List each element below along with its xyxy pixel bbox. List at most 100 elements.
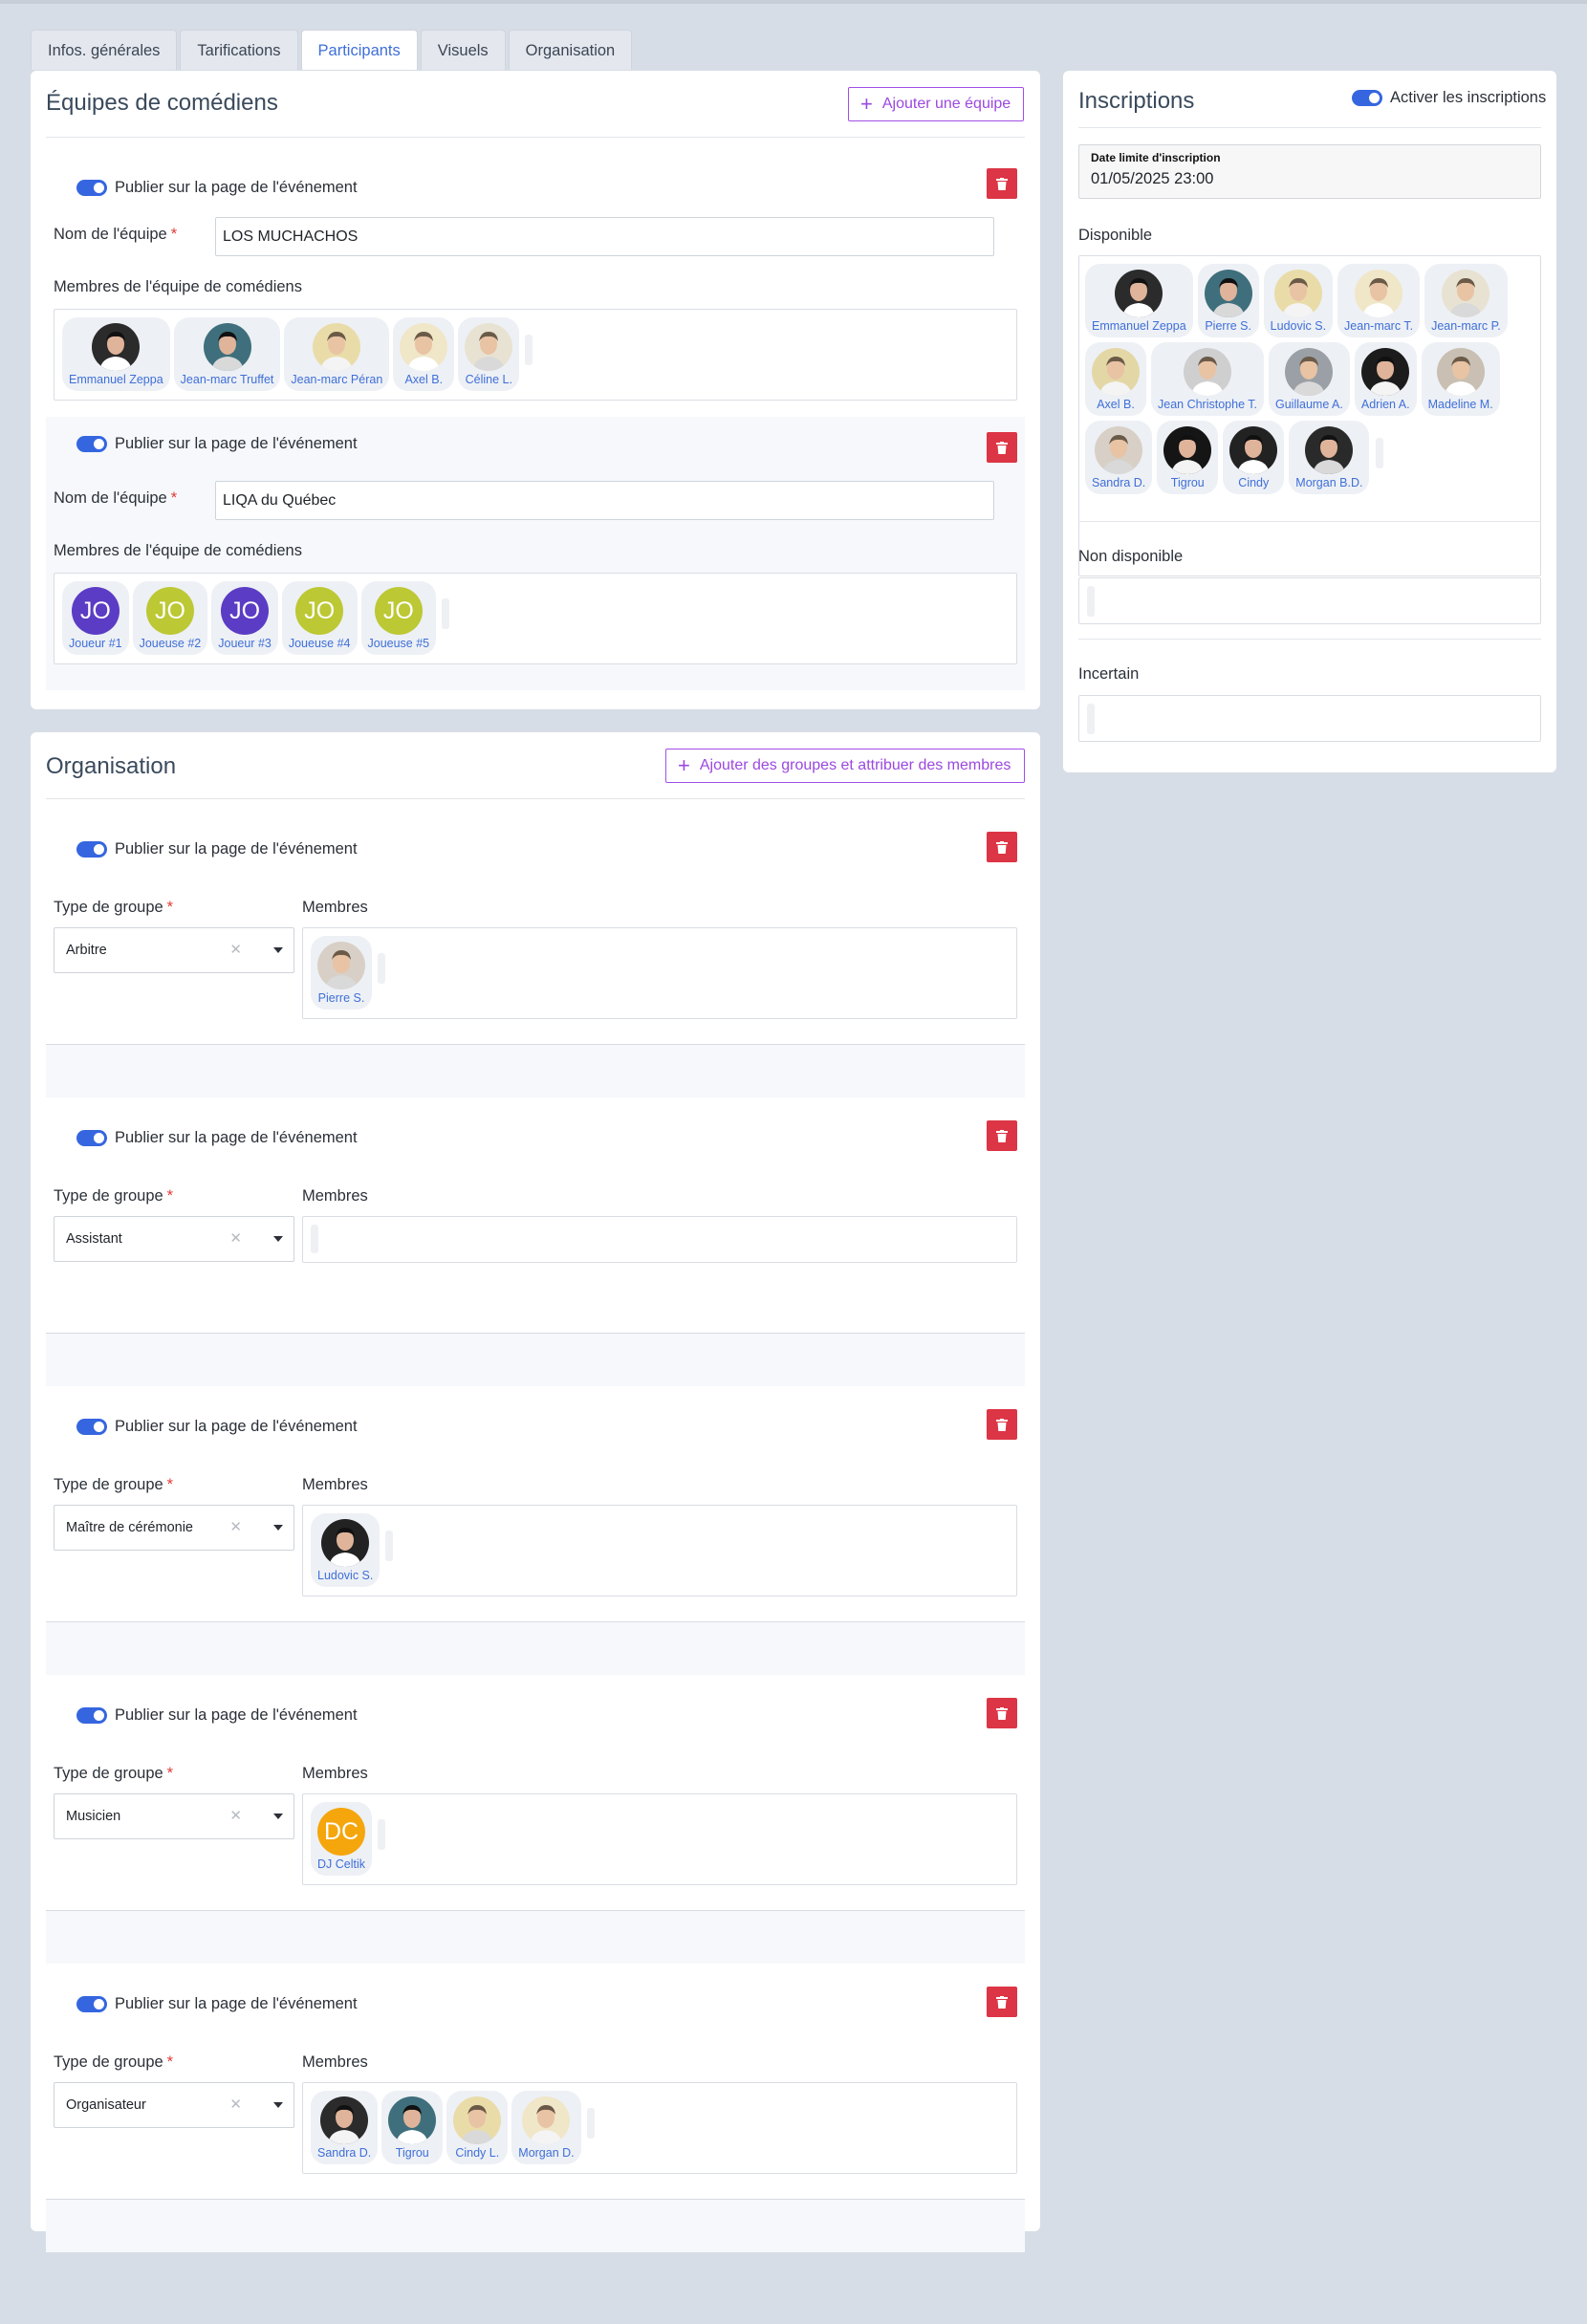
team-name-input[interactable]: LOS MUCHACHOS [215, 217, 994, 256]
clear-icon[interactable]: ✕ [229, 1506, 242, 1550]
group-members-box[interactable]: DC DJ Celtik [302, 1793, 1017, 1885]
delete-group-button[interactable] [987, 832, 1017, 862]
member-chip-guillaume-a[interactable]: Guillaume A. [1269, 342, 1350, 416]
member-chip-jean-marc-peran[interactable]: Jean-marc Péran [284, 317, 390, 391]
avatar [522, 2096, 571, 2144]
member-chip-axel-b[interactable]: Axel B. [393, 317, 455, 391]
clear-icon[interactable]: ✕ [229, 928, 242, 972]
empty-slot [1087, 704, 1095, 734]
group-type-select[interactable]: Assistant ✕ [54, 1216, 294, 1262]
member-chip-ludovic-s[interactable]: Ludovic S. [311, 1513, 380, 1587]
caret-down-icon[interactable] [273, 2102, 283, 2108]
trash-icon [996, 441, 1008, 454]
clear-icon[interactable]: ✕ [229, 1794, 242, 1838]
member-chip-dj-celtik[interactable]: DC DJ Celtik [311, 1802, 373, 1876]
member-chip-axel-b[interactable]: Axel B. [1085, 342, 1146, 416]
delete-group-button[interactable] [987, 1409, 1017, 1440]
add-team-label: Ajouter une équipe [881, 96, 1011, 112]
delete-group-button[interactable] [987, 1987, 1017, 2017]
add-team-button[interactable]: + Ajouter une équipe [848, 87, 1024, 121]
avatar-initials-text: JO [304, 597, 336, 624]
member-name: Sandra D. [317, 2146, 372, 2160]
tab-organisation[interactable]: Organisation [508, 30, 633, 70]
publish-toggle[interactable] [76, 180, 107, 196]
tab-participants[interactable]: Participants [300, 30, 418, 70]
group-members-box[interactable]: Sandra D. Tigrou Cindy L. Morgan D. [302, 2082, 1017, 2174]
delete-group-button[interactable] [987, 1120, 1017, 1151]
member-name: Tigrou [1170, 476, 1205, 489]
member-chip-joueur-3[interactable]: JO Joueur #3 [211, 581, 278, 655]
member-chip-jean-marc-truffet[interactable]: Jean-marc Truffet [173, 317, 281, 391]
member-chip-sandra-d[interactable]: Sandra D. [1085, 421, 1153, 494]
member-chip-cindy[interactable]: Cindy [1223, 421, 1285, 494]
group-type-select[interactable]: Organisateur ✕ [54, 2082, 294, 2128]
group-members-box[interactable]: Pierre S. [302, 927, 1017, 1019]
deadline-value: 01/05/2025 23:00 [1091, 170, 1214, 187]
clear-icon[interactable]: ✕ [229, 2083, 242, 2127]
member-chip-jean-marc-p[interactable]: Jean-marc P. [1424, 264, 1508, 337]
member-chip-morgan-b-d[interactable]: Morgan B.D. [1289, 421, 1370, 494]
caret-down-icon[interactable] [273, 1236, 283, 1242]
member-chip-ludovic-s[interactable]: Ludovic S. [1263, 264, 1334, 337]
member-chip-joueuse-4[interactable]: JO Joueuse #4 [281, 581, 358, 655]
member-chip-pierre-s[interactable]: Pierre S. [311, 936, 372, 1010]
member-chip-pierre-s[interactable]: Pierre S. [1197, 264, 1259, 337]
member-chip-emmanuel-zeppa[interactable]: Emmanuel Zeppa [62, 317, 170, 391]
caret-down-icon[interactable] [273, 1814, 283, 1819]
team-members-box[interactable]: JO Joueur #1 JO Joueuse #2 JO Joueur #3 JO Joue… [54, 573, 1017, 664]
group-type-select[interactable]: Arbitre ✕ [54, 927, 294, 973]
avatar-initials-text: DC [323, 1817, 359, 1845]
group-type-select[interactable]: Maître de cérémonie ✕ [54, 1505, 294, 1551]
team-name-input[interactable]: LIQA du Québec [215, 481, 994, 520]
publish-toggle[interactable] [76, 1130, 107, 1146]
delete-team-button[interactable] [987, 168, 1017, 199]
caret-down-icon[interactable] [273, 947, 283, 953]
tab-infos-generales[interactable]: Infos. générales [31, 30, 178, 70]
publish-toggle[interactable] [76, 841, 107, 858]
member-chip-madeline-m[interactable]: Madeline M. [1421, 342, 1500, 416]
publish-toggle[interactable] [76, 1707, 107, 1724]
member-chip-joueur-1[interactable]: JO Joueur #1 [62, 581, 129, 655]
group-type-label-text: Type de groupe [54, 1476, 163, 1493]
add-groups-button[interactable]: + Ajouter des groupes et attribuer des m… [665, 749, 1025, 783]
group-members-box[interactable]: Ludovic S. [302, 1505, 1017, 1596]
publish-toggle[interactable] [76, 436, 107, 452]
deadline-field[interactable]: Date limite d'inscription 01/05/2025 23:… [1078, 144, 1541, 199]
member-chip-joueuse-5[interactable]: JO Joueuse #5 [360, 581, 437, 655]
group-type-label: Type de groupe * [54, 899, 173, 917]
tab-visuels[interactable]: Visuels [420, 30, 506, 70]
unavailable-box[interactable] [1078, 577, 1541, 624]
member-chip-jean-marc-t[interactable]: Jean-marc T. [1337, 264, 1421, 337]
group-footer-band [46, 1333, 1025, 1386]
enable-registrations-toggle[interactable] [1352, 90, 1382, 106]
member-chip-sandra-d[interactable]: Sandra D. [311, 2091, 379, 2164]
caret-down-icon[interactable] [273, 1525, 283, 1531]
member-chip-tigrou[interactable]: Tigrou [1157, 421, 1219, 494]
member-name: Cindy [1238, 476, 1270, 489]
member-chip-emmanuel-zeppa[interactable]: Emmanuel Zeppa [1085, 264, 1193, 337]
uncertain-box[interactable] [1078, 695, 1541, 742]
member-chip-tigrou[interactable]: Tigrou [381, 2091, 444, 2164]
member-chip-morgan-d[interactable]: Morgan D. [511, 2091, 581, 2164]
member-chip-joueuse-2[interactable]: JO Joueuse #2 [132, 581, 208, 655]
member-chip-adrien-a[interactable]: Adrien A. [1354, 342, 1417, 416]
member-chip-cindy-l[interactable]: Cindy L. [446, 2091, 509, 2164]
group-type-select[interactable]: Musicien ✕ [54, 1793, 294, 1839]
clear-icon[interactable]: ✕ [229, 1217, 242, 1261]
delete-team-button[interactable] [987, 432, 1017, 463]
member-chip-celine-l[interactable]: Céline L. [458, 317, 520, 391]
trash-icon [996, 840, 1008, 854]
member-chip-jean-christophe-t[interactable]: Jean Christophe T. [1151, 342, 1264, 416]
avatar-initials: DC [317, 1808, 365, 1856]
publish-toggle[interactable] [76, 1419, 107, 1435]
avatar [400, 323, 448, 371]
publish-toggle[interactable] [76, 1996, 107, 2012]
tab-tarifications[interactable]: Tarifications [180, 30, 298, 70]
delete-group-button[interactable] [987, 1698, 1017, 1728]
trash-icon [996, 1995, 1008, 2009]
team-members-box[interactable]: Emmanuel Zeppa Jean-marc Truffet Jean-marc… [54, 309, 1017, 401]
member-name: Jean-marc P. [1431, 319, 1501, 333]
group-members-box[interactable] [302, 1216, 1017, 1263]
available-box[interactable]: Emmanuel Zeppa Pierre S. Ludovic S. Jean-ma… [1078, 255, 1541, 576]
avatar [1092, 348, 1140, 396]
